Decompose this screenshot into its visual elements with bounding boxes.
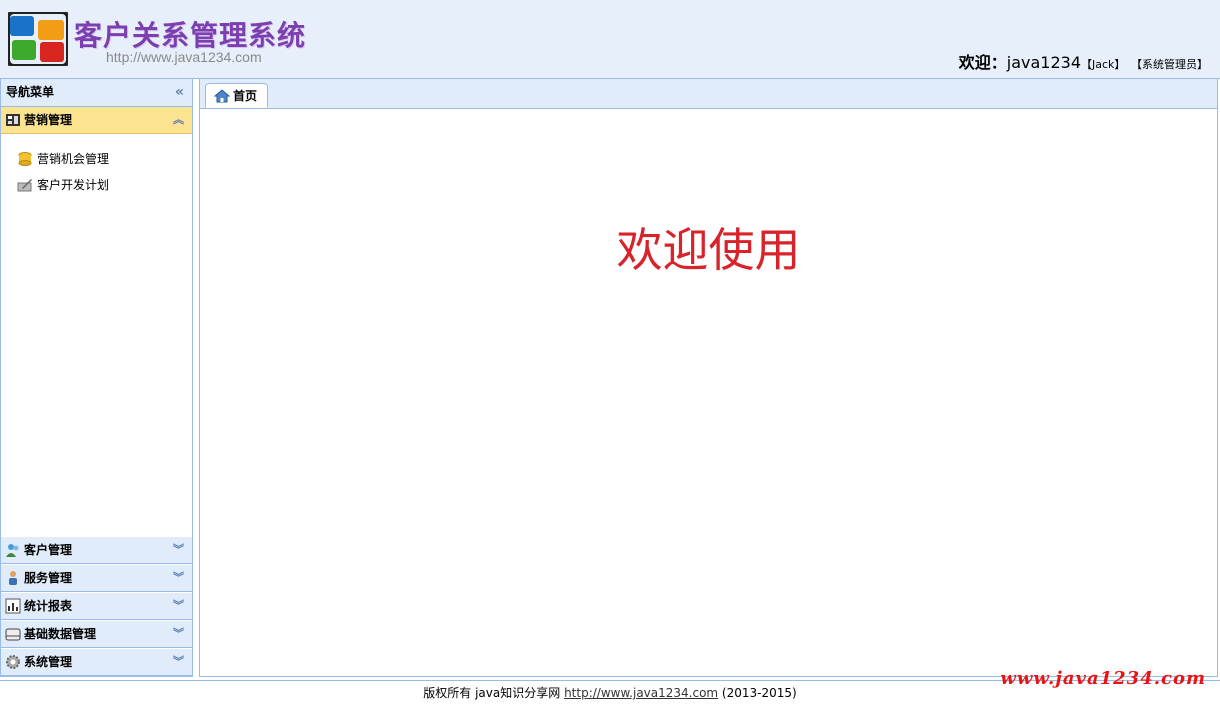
chart-icon [5, 598, 21, 614]
coins-icon [18, 152, 32, 166]
chevron-down-icon[interactable]: ︾ [173, 565, 184, 591]
watermark: www.java1234.com [1000, 668, 1206, 689]
panel-reports[interactable]: 统计报表 ︾ [1, 592, 192, 620]
app-title: 客户关系管理系统 [74, 19, 307, 52]
user-role: 【系统管理员】 [1131, 58, 1208, 71]
sidebar-header: 导航菜单 « [1, 79, 192, 107]
panel-service[interactable]: 服务管理 ︾ [1, 564, 192, 592]
tab-home[interactable]: 首页 [205, 83, 269, 108]
drive-icon [5, 628, 21, 641]
chevron-down-icon[interactable]: ︾ [173, 621, 184, 647]
panel-customers[interactable]: 客户管理 ︾ [1, 536, 192, 564]
panel-system[interactable]: 系统管理 ︾ [1, 648, 192, 676]
chevron-down-icon[interactable]: ︾ [173, 593, 184, 619]
logo-icon [8, 12, 68, 66]
panel-marketing[interactable]: 营销管理 ︽ [1, 107, 192, 134]
footer-link[interactable]: http://www.java1234.com [564, 686, 718, 700]
panel-label: 客户管理 [24, 543, 73, 557]
tab-bar: 首页 [200, 79, 1217, 109]
panel-label: 基础数据管理 [24, 627, 97, 641]
footer-suffix: (2013-2015) [718, 686, 797, 700]
tab-home-label: 首页 [233, 88, 258, 103]
collapse-left-icon[interactable]: « [175, 79, 184, 106]
user-realname: 【Jack】 [1081, 58, 1126, 71]
user-icon [9, 571, 17, 585]
welcome-heading: 欢迎使用 [616, 223, 801, 277]
panel-label: 系统管理 [24, 655, 73, 669]
marketing-menu: 营销机会管理 客户开发计划 [1, 134, 192, 198]
app-url: http://www.java1234.com [106, 49, 262, 65]
chevron-up-icon[interactable]: ︽ [173, 107, 184, 133]
menu-item-label: 客户开发计划 [37, 178, 110, 192]
panel-label: 统计报表 [24, 599, 73, 613]
gear-icon [6, 655, 20, 669]
welcome-info: 欢迎：java1234【Jack】 【系统管理员】 [959, 49, 1208, 73]
collapsed-panels: 客户管理 ︾ 服务管理 ︾ 统计报表 ︾ 基础数据管理 ︾ 系统管理 ︾ [1, 536, 192, 676]
home-icon [214, 88, 230, 102]
footer-prefix: 版权所有 java知识分享网 [423, 686, 565, 700]
customers-icon [6, 544, 19, 557]
header: 客户关系管理系统 http://www.java1234.com 欢迎：java… [0, 0, 1220, 79]
menu-item-opportunity[interactable]: 营销机会管理 [17, 146, 192, 172]
chevron-down-icon[interactable]: ︾ [173, 649, 184, 675]
panel-basic-data[interactable]: 基础数据管理 ︾ [1, 620, 192, 648]
chevron-down-icon[interactable]: ︾ [173, 537, 184, 563]
username: java1234 [1006, 53, 1082, 72]
sidebar: 导航菜单 « 营销管理 ︽ 营销机会管理 客户开发计划 客户管理 ︾ 服务管理 … [0, 79, 193, 677]
panel-marketing-label: 营销管理 [24, 113, 73, 127]
main-content: 首页 欢迎使用 [199, 79, 1218, 677]
pencil-folder-icon [17, 179, 32, 192]
menu-item-dev-plan[interactable]: 客户开发计划 [17, 172, 192, 198]
marketing-icon [6, 114, 20, 126]
welcome-label: 欢迎： [958, 53, 1007, 72]
panel-label: 服务管理 [24, 571, 73, 585]
menu-item-label: 营销机会管理 [37, 152, 110, 166]
sidebar-title: 导航菜单 [6, 85, 55, 99]
